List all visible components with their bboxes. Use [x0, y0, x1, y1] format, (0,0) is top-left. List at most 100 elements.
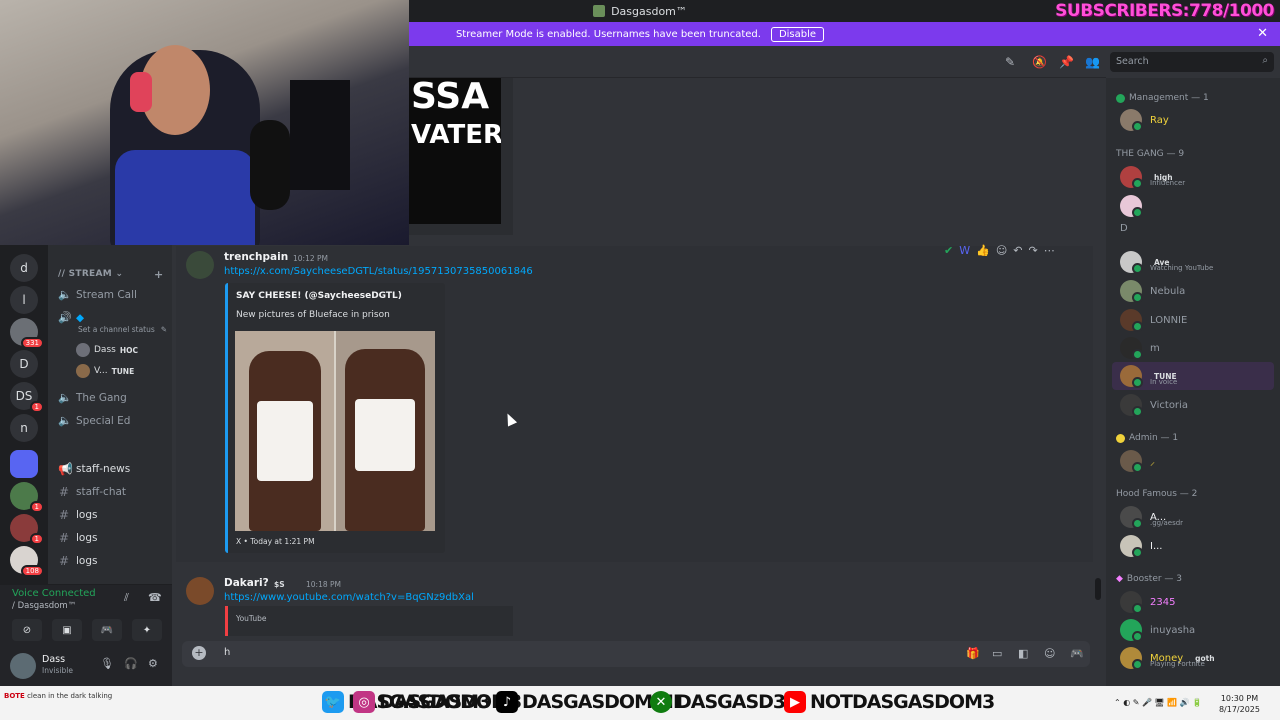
camera-button[interactable]: ⊘	[12, 619, 42, 641]
member-item[interactable]: Ave Watching YouTube	[1120, 251, 1213, 274]
voice-user-name: V...	[94, 366, 108, 376]
add-reaction-icon[interactable]: ☺	[996, 244, 1007, 257]
server-icon[interactable]: 108	[10, 546, 44, 577]
server-icon[interactable]: 1	[10, 482, 44, 513]
pin-icon[interactable]: 📌	[1059, 55, 1074, 69]
message-author[interactable]: trenchpain	[224, 251, 288, 263]
noise-suppression-icon[interactable]: ⫽	[124, 591, 129, 605]
set-status[interactable]: Set a channel status ✎	[78, 325, 167, 334]
more-icon[interactable]: ⋯	[1044, 244, 1055, 257]
image-attachment[interactable]: SSA VATER	[409, 78, 501, 224]
search-input[interactable]: Search ⌕	[1110, 52, 1274, 72]
hash-icon: #	[58, 531, 70, 545]
member-item[interactable]: Money goth Playing Fortnite	[1120, 647, 1215, 670]
add-attachment-icon[interactable]: +	[192, 646, 206, 660]
embed-description: New pictures of Blueface in prison	[236, 310, 390, 320]
gif-icon[interactable]: ▭	[992, 647, 1002, 660]
embed-title[interactable]: SAY CHEESE! (@SaycheeseDGTL)	[236, 291, 402, 301]
server-icon[interactable]: n	[10, 414, 38, 442]
channel-staff-chat[interactable]: # staff-chat	[58, 485, 126, 499]
member-item[interactable]: A... .gg/aesdr	[1120, 506, 1183, 529]
voice-user[interactable]: V... TUNE	[76, 364, 134, 378]
mic-icon[interactable]: 🎙	[100, 657, 114, 670]
reply-icon[interactable]: ↶	[1013, 244, 1022, 257]
user-tag: HOC	[119, 345, 138, 355]
voice-status: Voice Connected	[12, 588, 96, 599]
mute-icon[interactable]: 🔕	[1032, 55, 1047, 69]
category-stream[interactable]: // STREAM ⌄ +	[58, 268, 163, 281]
avatar	[1120, 337, 1143, 360]
checkmark-reaction-icon[interactable]: ✔	[944, 244, 953, 257]
channel-special-ed[interactable]: 🔈 Special Ed	[58, 414, 130, 427]
forward-icon[interactable]: ↷	[1029, 244, 1038, 257]
avatar	[1120, 394, 1143, 417]
member-item[interactable]	[1120, 195, 1143, 218]
server-icon[interactable]: d	[10, 254, 38, 282]
threads-icon[interactable]: ✎	[1005, 55, 1015, 69]
member-item[interactable]: LONNIE	[1120, 309, 1187, 332]
member-item[interactable]: Nebula	[1120, 280, 1186, 303]
gear-icon[interactable]: ⚙	[148, 657, 158, 670]
headphones-icon[interactable]: 🎧	[124, 657, 138, 670]
screenshare-button[interactable]: ▣	[52, 619, 82, 641]
embed-image[interactable]	[235, 331, 435, 531]
voice-location[interactable]: / Dasgasdom™	[12, 601, 76, 611]
member-item[interactable]: inuyasha	[1120, 619, 1195, 642]
member-item[interactable]: Ray	[1120, 109, 1169, 132]
disconnect-icon[interactable]: ☎	[148, 591, 162, 604]
member-item[interactable]: m	[1120, 337, 1160, 360]
add-channel-icon[interactable]: +	[154, 268, 164, 281]
w-reaction-icon[interactable]: W	[959, 244, 970, 257]
server-icon[interactable]: l	[10, 286, 38, 314]
avatar[interactable]	[186, 251, 214, 279]
social-youtube: ▶ NOTDASGASDOM3	[784, 691, 995, 713]
member-name: ⸝	[1150, 457, 1155, 468]
thumbs-up-icon[interactable]: 👍	[976, 244, 990, 257]
channel-the-gang[interactable]: 🔈 The Gang	[58, 391, 127, 404]
message-link[interactable]: https://www.youtube.com/watch?v=BqGNz9db…	[224, 592, 474, 603]
activity-button[interactable]: 🎮	[92, 619, 122, 641]
emoji-icon[interactable]: ☺	[1044, 647, 1055, 660]
message-action-bar: ✔ W 👍 ☺ ↶ ↷ ⋯	[944, 240, 1084, 260]
role-header-booster: ◆ Booster — 3	[1116, 574, 1183, 584]
member-item[interactable]: D	[1120, 223, 1128, 234]
disable-button[interactable]: Disable	[770, 26, 825, 42]
soundboard-button[interactable]: ✦	[132, 619, 162, 641]
channel-logs[interactable]: # logs	[58, 554, 98, 568]
member-item[interactable]: Victoria	[1120, 394, 1188, 417]
channel-header: ✎ 🔕 📌 👥	[409, 46, 1106, 78]
member-name: Nebula	[1150, 285, 1186, 297]
close-icon[interactable]: ✕	[1257, 26, 1268, 41]
folder-icon[interactable]	[10, 450, 38, 478]
channel-active-voice[interactable]: 🔊 ◆	[58, 311, 84, 324]
channel-logs[interactable]: # logs	[58, 531, 98, 545]
clock[interactable]: 10:30 PM 8/17/2025	[1219, 693, 1260, 715]
server-icon[interactable]: D	[10, 350, 38, 378]
server-icon[interactable]: DS 1	[10, 382, 44, 413]
member-item[interactable]: 2345	[1120, 591, 1175, 614]
avatar[interactable]	[186, 577, 214, 605]
tray-icons[interactable]: ⌃ ◐ ✎ 🎤 🖥 📶 🔊 🔋	[1114, 698, 1202, 707]
voice-user[interactable]: Dass HOC	[76, 343, 138, 357]
member-item[interactable]: I...	[1120, 535, 1163, 558]
gift-icon[interactable]: 🎁	[966, 647, 980, 660]
sticker-icon[interactable]: ◧	[1018, 647, 1028, 660]
instagram-icon: ◎	[353, 691, 375, 713]
message-link[interactable]: https://x.com/SaycheeseDGTL/status/19571…	[224, 266, 533, 277]
member-item[interactable]: TUNE In voice	[1120, 365, 1177, 388]
message-author[interactable]: Dakari?	[224, 577, 269, 589]
channel-stream-call[interactable]: 🔈 Stream Call	[58, 288, 137, 301]
server-icon[interactable]: 1	[10, 514, 44, 545]
members-icon[interactable]: 👥	[1085, 55, 1100, 69]
member-item[interactable]: ⸝	[1120, 450, 1155, 473]
channel-logs[interactable]: # logs	[58, 508, 98, 522]
apps-icon[interactable]: 🎮	[1070, 647, 1084, 660]
avatar[interactable]	[10, 653, 36, 679]
member-name: Victoria	[1150, 399, 1188, 411]
member-item[interactable]: high Influencer	[1120, 166, 1185, 189]
server-icon[interactable]: 331	[10, 318, 44, 349]
channel-label: staff-news	[76, 463, 131, 475]
message-input[interactable]: + h 🎁 ▭ ◧ ☺ 🎮	[182, 641, 1090, 667]
scrollbar[interactable]	[1095, 578, 1101, 600]
channel-staff-news[interactable]: 📢 staff-news	[58, 462, 130, 476]
